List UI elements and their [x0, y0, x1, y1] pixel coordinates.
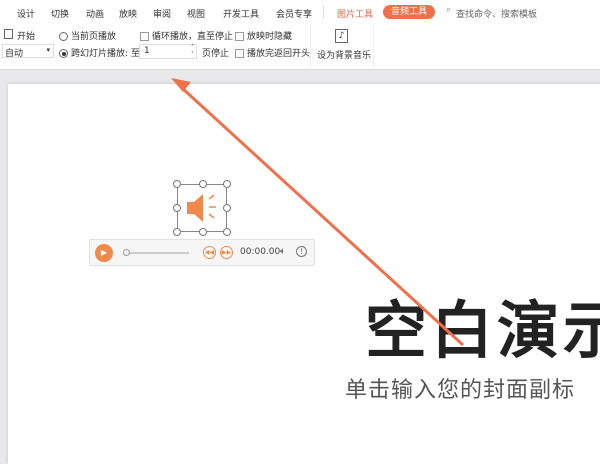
arrow-head	[171, 78, 191, 92]
annotation-arrow	[171, 78, 465, 347]
arrow-line	[180, 86, 465, 347]
